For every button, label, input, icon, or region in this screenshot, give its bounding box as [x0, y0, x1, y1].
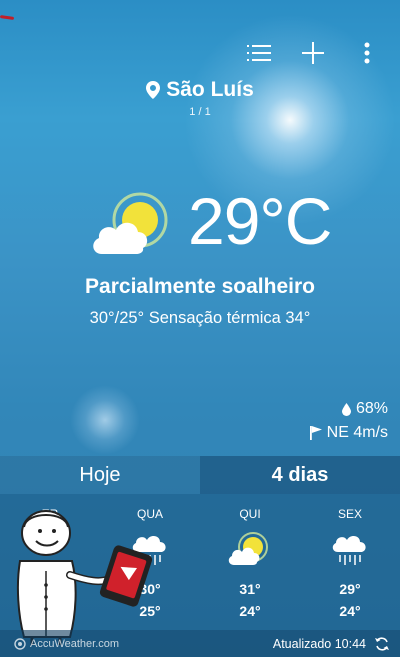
- forecast-tabs: Hoje 4 dias: [0, 456, 400, 494]
- brand-text: AccuWeather.com: [30, 637, 120, 650]
- forecast-day-name: QUI: [239, 507, 261, 521]
- location-header: São Luís 1 / 1: [0, 78, 400, 118]
- city-row[interactable]: São Luís: [146, 78, 254, 102]
- update-status: Atualizado 10:44: [273, 636, 390, 652]
- lens-flare: [70, 385, 140, 455]
- drop-icon: [341, 402, 351, 416]
- humidity-row: 68%: [310, 397, 388, 421]
- current-temperature: 29°C: [188, 184, 332, 258]
- forecast-low: 24°: [239, 603, 261, 619]
- forecast-day[interactable]: SEX 29° 24°: [300, 494, 400, 619]
- condition-text: Parcialmente soalheiro: [85, 275, 315, 298]
- location-pin-icon: [146, 81, 161, 99]
- wind-row: NE 4m/s: [309, 421, 388, 445]
- refresh-icon[interactable]: [374, 636, 390, 652]
- forecast-low: 24°: [339, 603, 361, 619]
- page-indicator: 1 / 1: [189, 106, 211, 118]
- add-icon[interactable]: [298, 38, 328, 68]
- weather-stats: 68% NE 4m/s: [309, 397, 388, 445]
- wind-value: NE 4m/s: [326, 424, 388, 441]
- top-toolbar: [244, 38, 382, 68]
- updated-text: Atualizado 10:44: [272, 636, 366, 651]
- forecast-day[interactable]: QUI 31° 24°: [200, 494, 300, 619]
- restaurant-mascot-badge: [10, 505, 160, 650]
- city-name: São Luís: [166, 78, 254, 101]
- brand[interactable]: AccuWeather.com: [14, 638, 119, 650]
- more-options-icon[interactable]: [352, 38, 382, 68]
- forecast-high: 31°: [239, 581, 261, 597]
- tab-today[interactable]: Hoje: [0, 456, 200, 494]
- footer-bar: AccuWeather.com Atualizado 10:44: [0, 630, 400, 657]
- list-icon[interactable]: [244, 38, 274, 68]
- forecast-day-name: SEX: [337, 507, 362, 521]
- humidity-value: 68%: [355, 400, 388, 417]
- rain-icon: [300, 529, 400, 571]
- tab-four-days[interactable]: 4 dias: [200, 456, 400, 494]
- hilo-feels-text: 30°/25° Sensação térmica 34°: [89, 309, 311, 327]
- partly-sunny-icon: [200, 529, 300, 571]
- forecast-high: 29°: [339, 581, 361, 597]
- red-mark: [0, 15, 15, 20]
- flag-icon: [309, 426, 322, 440]
- accuweather-logo-icon: [14, 637, 26, 650]
- partly-sunny-icon: [88, 192, 180, 267]
